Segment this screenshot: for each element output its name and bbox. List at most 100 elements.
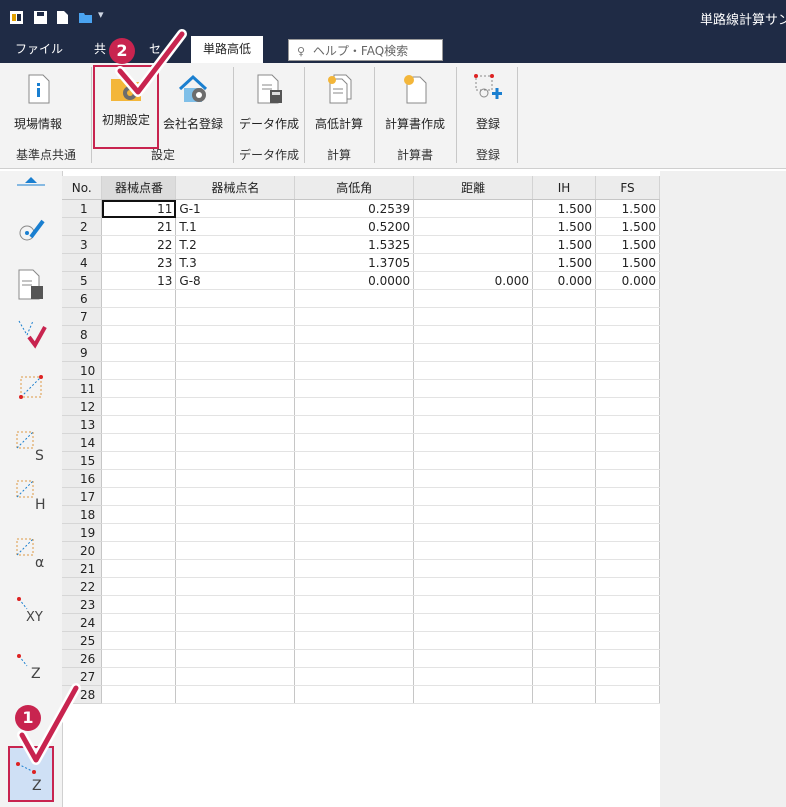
vertical-angle-cell[interactable]: 1.5325 — [294, 235, 415, 254]
station-name-cell[interactable] — [175, 559, 296, 578]
fs-cell[interactable] — [595, 307, 660, 326]
vertical-angle-cell[interactable]: 0.2539 — [294, 199, 415, 218]
ih-cell[interactable] — [532, 451, 596, 470]
column-header-ih[interactable]: IH — [532, 176, 596, 200]
fs-cell[interactable] — [595, 577, 660, 596]
vertical-angle-cell[interactable] — [294, 649, 415, 668]
fs-cell[interactable] — [595, 397, 660, 416]
station-name-cell[interactable] — [175, 541, 296, 560]
station-number-cell[interactable] — [101, 559, 177, 578]
distance-cell[interactable] — [413, 451, 534, 470]
ih-cell[interactable] — [532, 541, 596, 560]
station-name-cell[interactable] — [175, 685, 296, 704]
station-name-cell[interactable] — [175, 631, 296, 650]
fs-cell[interactable] — [595, 487, 660, 506]
vertical-angle-cell[interactable] — [294, 667, 415, 686]
table-row[interactable]: 5 13 G-8 0.0000 0.000 0.000 0.000 — [62, 271, 660, 290]
distance-cell[interactable] — [413, 523, 534, 542]
station-name-cell[interactable] — [175, 307, 296, 326]
ih-cell[interactable] — [532, 649, 596, 668]
fs-cell[interactable] — [595, 379, 660, 398]
distance-cell[interactable] — [413, 559, 534, 578]
distance-cell[interactable] — [413, 667, 534, 686]
vertical-angle-cell[interactable] — [294, 505, 415, 524]
station-number-cell[interactable] — [101, 613, 177, 632]
station-number-cell[interactable] — [101, 487, 177, 506]
station-number-cell[interactable] — [101, 325, 177, 344]
check-chart-icon[interactable] — [13, 313, 49, 349]
distance-cell[interactable] — [413, 613, 534, 632]
station-number-cell[interactable] — [101, 469, 177, 488]
station-number-cell[interactable] — [101, 631, 177, 650]
station-name-cell[interactable] — [175, 667, 296, 686]
level-calc-button[interactable]: 高低計算 — [306, 71, 372, 139]
table-row[interactable]: 16 — [62, 469, 660, 488]
column-header-station-number[interactable]: 器械点番 — [101, 176, 177, 200]
ih-cell[interactable] — [532, 307, 596, 326]
fs-cell[interactable] — [595, 559, 660, 578]
distance-cell[interactable] — [413, 433, 534, 452]
column-header-distance[interactable]: 距離 — [413, 176, 534, 200]
distance-cell[interactable] — [413, 685, 534, 704]
ih-cell[interactable] — [532, 559, 596, 578]
fs-cell[interactable] — [595, 541, 660, 560]
xy-icon[interactable]: XY — [13, 589, 49, 625]
z-icon[interactable]: Z — [13, 646, 49, 682]
site-info-button[interactable]: 現場情報 — [6, 71, 70, 139]
distance-cell[interactable] — [413, 577, 534, 596]
ih-cell[interactable] — [532, 415, 596, 434]
station-number-cell[interactable]: 22 — [101, 235, 177, 254]
station-number-cell[interactable]: 11 — [101, 199, 177, 218]
table-row[interactable]: 1 11 G-1 0.2539 1.500 1.500 — [62, 199, 660, 218]
vertical-angle-cell[interactable] — [294, 433, 415, 452]
station-name-cell[interactable] — [175, 415, 296, 434]
table-row[interactable]: 10 — [62, 361, 660, 380]
table-row[interactable]: 20 — [62, 541, 660, 560]
point-pen-icon[interactable] — [13, 211, 49, 247]
ih-cell[interactable] — [532, 613, 596, 632]
station-number-cell[interactable]: 21 — [101, 217, 177, 236]
table-row[interactable]: 3 22 T.2 1.5325 1.500 1.500 — [62, 235, 660, 254]
table-row[interactable]: 13 — [62, 415, 660, 434]
ih-cell[interactable] — [532, 343, 596, 362]
ih-cell[interactable] — [532, 379, 596, 398]
ih-cell[interactable]: 1.500 — [532, 217, 596, 236]
distance-cell[interactable] — [413, 217, 534, 236]
station-name-cell[interactable] — [175, 505, 296, 524]
grid-alpha-icon[interactable]: α — [13, 533, 49, 569]
fs-cell[interactable] — [595, 505, 660, 524]
vertical-angle-cell[interactable]: 0.5200 — [294, 217, 415, 236]
vertical-angle-cell[interactable] — [294, 379, 415, 398]
station-name-cell[interactable] — [175, 433, 296, 452]
station-name-cell[interactable] — [175, 325, 296, 344]
ih-cell[interactable] — [532, 325, 596, 344]
report-create-button[interactable]: 計算書作成 — [377, 71, 453, 139]
ih-cell[interactable] — [532, 361, 596, 380]
fs-cell[interactable] — [595, 631, 660, 650]
column-header-vertical-angle[interactable]: 高低角 — [294, 176, 415, 200]
vertical-angle-cell[interactable] — [294, 523, 415, 542]
fs-cell[interactable]: 1.500 — [595, 253, 660, 272]
register-button[interactable]: 登録 — [458, 71, 518, 139]
station-name-cell[interactable]: T.3 — [175, 253, 296, 272]
station-number-cell[interactable] — [101, 397, 177, 416]
save-icon[interactable] — [34, 11, 47, 24]
ih-cell[interactable] — [532, 667, 596, 686]
vertical-angle-cell[interactable] — [294, 307, 415, 326]
vertical-angle-cell[interactable] — [294, 613, 415, 632]
vertical-angle-cell[interactable] — [294, 631, 415, 650]
station-name-cell[interactable] — [175, 361, 296, 380]
fs-cell[interactable] — [595, 325, 660, 344]
station-name-cell[interactable] — [175, 487, 296, 506]
table-row[interactable]: 12 — [62, 397, 660, 416]
table-row[interactable]: 24 — [62, 613, 660, 632]
station-number-cell[interactable] — [101, 433, 177, 452]
ih-cell[interactable]: 0.000 — [532, 271, 596, 290]
vertical-angle-cell[interactable] — [294, 541, 415, 560]
station-number-cell[interactable] — [101, 307, 177, 326]
fs-cell[interactable]: 1.500 — [595, 235, 660, 254]
new-file-icon[interactable] — [56, 11, 69, 24]
grid-h-icon[interactable]: H — [13, 475, 49, 511]
fs-cell[interactable] — [595, 667, 660, 686]
table-row[interactable]: 8 — [62, 325, 660, 344]
